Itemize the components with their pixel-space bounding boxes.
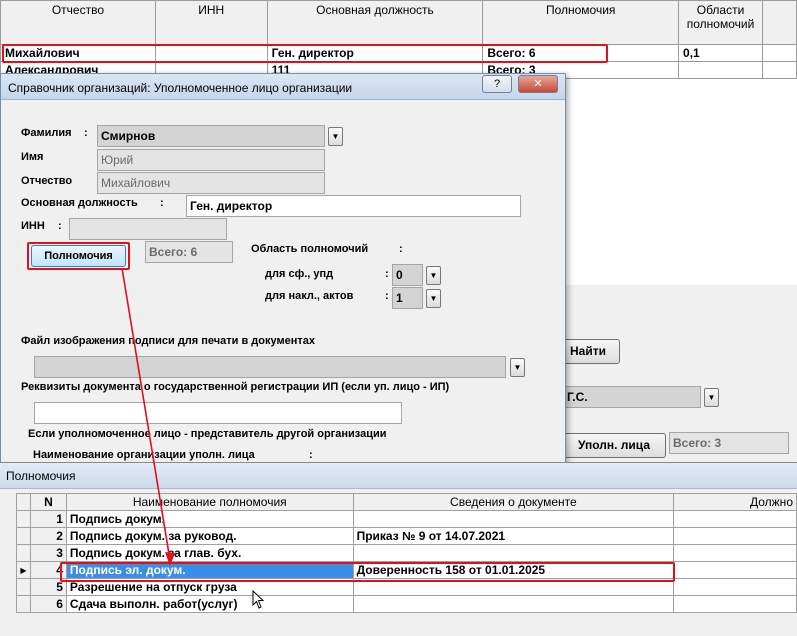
help-button[interactable]: ?: [482, 75, 512, 93]
position-label: Основная должность: [21, 197, 138, 209]
registration-label: Реквизиты документа о государственной ре…: [21, 381, 450, 393]
inn-label: ИНН: [21, 220, 45, 232]
powers-window-titlebar[interactable]: Полномочия: [0, 463, 797, 489]
cell[interactable]: [673, 578, 797, 596]
person-field[interactable]: Г.С.: [563, 386, 701, 408]
name-field: Юрий: [97, 149, 325, 171]
selected-row-highlight: [60, 562, 675, 582]
surname-colon: :: [84, 127, 88, 139]
sf-colon: :: [385, 268, 389, 280]
column-header-document[interactable]: Сведения о документе: [352, 493, 675, 511]
column-header-indicator: [16, 493, 31, 511]
dialog-title: Справочник организаций: Уполномоченное л…: [8, 81, 353, 95]
signature-file-label: Файл изображения подписи для печати в до…: [21, 335, 315, 347]
upoln-total-field: Всего: 3: [669, 432, 789, 454]
sf-label: для сф., упд: [265, 268, 334, 280]
dialog-titlebar[interactable]: Справочник организаций: Уполномоченное л…: [1, 74, 565, 100]
row-number: 6: [29, 595, 67, 613]
org-name-label: Наименование организации уполн. лица: [33, 449, 255, 461]
table-row[interactable]: 3 Подпись докум. за глав. бух.: [16, 544, 797, 562]
document-cell[interactable]: [352, 544, 675, 562]
representative-label: Если уполномоченное лицо - представитель…: [28, 428, 387, 440]
position-field[interactable]: Ген. директор: [186, 195, 521, 217]
current-row-indicator-icon: ▶: [16, 561, 31, 579]
column-header-power-areas[interactable]: Области полномочий: [678, 0, 764, 45]
table-row[interactable]: 2 Подпись докум. за руковод. Приказ № 9 …: [16, 527, 797, 545]
column-header-patronymic[interactable]: Отчество: [0, 0, 156, 45]
signature-file-field[interactable]: [34, 356, 506, 378]
document-cell[interactable]: [352, 595, 675, 613]
row-indicator: [16, 578, 31, 596]
cell[interactable]: [678, 61, 764, 79]
powers-table: N Наименование полномочия Сведения о док…: [16, 493, 797, 613]
patronymic-field: Михайлович: [97, 172, 325, 194]
column-header-position[interactable]: Должно: [673, 493, 797, 511]
column-header-number[interactable]: N: [29, 493, 67, 511]
cell[interactable]: [762, 61, 797, 79]
person-dropdown-button[interactable]: ▼: [704, 388, 719, 407]
surname-label: Фамилия: [21, 127, 72, 139]
powers-area-colon: :: [399, 243, 403, 255]
nakl-label: для накл., актов: [265, 290, 354, 302]
cell[interactable]: [673, 510, 797, 528]
sf-field[interactable]: 0: [392, 264, 423, 286]
close-button[interactable]: ✕: [518, 75, 558, 93]
position-colon: :: [160, 197, 164, 209]
row-indicator: [16, 595, 31, 613]
table-row[interactable]: 6 Сдача выполн. работ(услуг): [16, 595, 797, 613]
inn-field[interactable]: [69, 218, 227, 240]
row-indicator: [16, 544, 31, 562]
cell[interactable]: [673, 544, 797, 562]
column-header-position[interactable]: Основная должность: [266, 0, 484, 45]
row-indicator: [16, 527, 31, 545]
power-name-cell[interactable]: Подпись докум. за руковод.: [65, 527, 354, 545]
row-highlight-box: [2, 44, 608, 63]
cell[interactable]: [673, 527, 797, 545]
surname-field[interactable]: Смирнов: [97, 125, 325, 147]
power-name-cell[interactable]: Подпись докум.: [65, 510, 354, 528]
column-header-power-name[interactable]: Наименование полномочия: [65, 493, 354, 511]
cell[interactable]: 0,1: [678, 44, 764, 62]
cell[interactable]: [673, 595, 797, 613]
document-cell[interactable]: Приказ № 9 от 14.07.2021: [352, 527, 675, 545]
surname-dropdown-button[interactable]: ▼: [328, 127, 343, 146]
cell[interactable]: [673, 561, 797, 579]
row-number: 2: [29, 527, 67, 545]
power-name-cell[interactable]: Подпись докум. за глав. бух.: [65, 544, 354, 562]
name-label: Имя: [21, 151, 44, 163]
row-indicator: [16, 510, 31, 528]
document-cell[interactable]: [352, 510, 675, 528]
powers-window: Полномочия N Наименование полномочия Све…: [0, 462, 797, 636]
signature-file-dropdown-button[interactable]: ▼: [510, 358, 525, 377]
org-name-colon: :: [309, 449, 313, 461]
powers-area-label: Область полномочий: [251, 243, 369, 255]
nakl-field[interactable]: 1: [392, 287, 423, 309]
power-name-cell[interactable]: Сдача выполн. работ(услуг): [65, 595, 354, 613]
column-header-extra: [762, 0, 797, 45]
column-header-inn[interactable]: ИНН: [154, 0, 268, 45]
table-row[interactable]: 1 Подпись докум.: [16, 510, 797, 528]
nakl-colon: :: [385, 290, 389, 302]
powers-total-field: Всего: 6: [145, 241, 233, 263]
inn-colon: :: [58, 220, 62, 232]
sf-dropdown-button[interactable]: ▼: [426, 266, 441, 285]
patronymic-label: Отчество: [21, 175, 73, 187]
row-number: 3: [29, 544, 67, 562]
powers-button-highlight: [27, 242, 130, 270]
column-header-powers[interactable]: Полномочия: [482, 0, 680, 45]
cell[interactable]: [762, 44, 797, 62]
powers-window-title: Полномочия: [6, 469, 76, 483]
upoln-button[interactable]: Уполн. лица: [562, 433, 666, 458]
registration-field[interactable]: [34, 402, 402, 424]
nakl-dropdown-button[interactable]: ▼: [426, 289, 441, 308]
mouse-cursor-icon: [252, 590, 265, 609]
row-number: 1: [29, 510, 67, 528]
